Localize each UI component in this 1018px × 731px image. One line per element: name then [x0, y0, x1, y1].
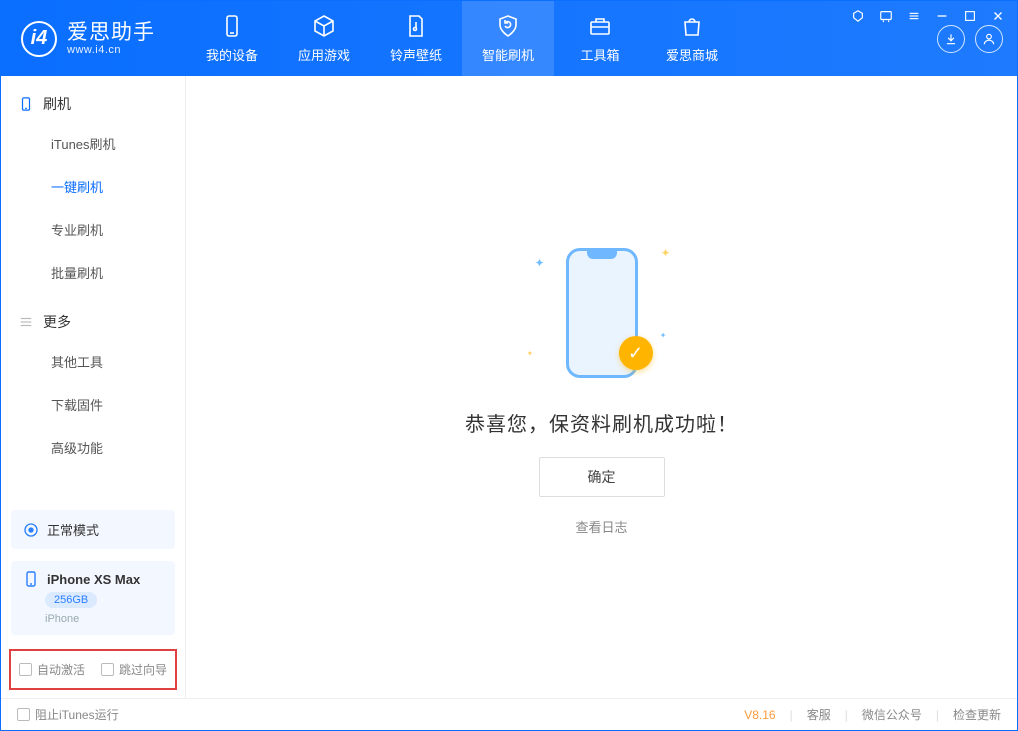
sparkle-icon: ✦ [660, 246, 670, 260]
sidebar-item-firmware[interactable]: 下载固件 [1, 383, 185, 426]
maximize-icon[interactable] [962, 8, 978, 24]
mode-label: 正常模式 [47, 520, 99, 539]
wechat-link[interactable]: 微信公众号 [862, 706, 922, 723]
top-tabs: 我的设备 应用游戏 铃声壁纸 智能刷机 工具箱 爱思商城 [186, 1, 738, 76]
footer: 阻止iTunes运行 V8.16 | 客服 | 微信公众号 | 检查更新 [1, 698, 1017, 730]
version-label: V8.16 [744, 708, 775, 722]
options-panel: 自动激活 跳过向导 [9, 649, 177, 690]
device-card[interactable]: iPhone XS Max 256GB iPhone [11, 561, 175, 635]
checkbox-block-itunes[interactable]: 阻止iTunes运行 [17, 706, 119, 723]
user-icon [982, 32, 996, 46]
tab-apps[interactable]: 应用游戏 [278, 1, 370, 76]
device-name: iPhone XS Max [47, 572, 140, 587]
cube-icon [312, 14, 336, 38]
close-icon[interactable] [990, 8, 1006, 24]
success-illustration: ✦ ✦ ✦ ✦ ✓ [517, 238, 687, 388]
logo-icon: i4 [21, 21, 57, 57]
checkbox-auto-activate[interactable]: 自动激活 [19, 661, 85, 678]
sidebar: 刷机 iTunes刷机 一键刷机 专业刷机 批量刷机 更多 其他工具 下载固件 … [1, 76, 186, 698]
sparkle-icon: ✦ [660, 331, 667, 340]
account-button[interactable] [975, 25, 1003, 53]
download-button[interactable] [937, 25, 965, 53]
bag-icon [680, 14, 704, 38]
sparkle-icon: ✦ [535, 256, 545, 270]
logo[interactable]: i4 爱思助手 www.i4.cn [1, 21, 186, 57]
device-icon [23, 571, 39, 587]
sidebar-item-itunes-flash[interactable]: iTunes刷机 [1, 122, 185, 165]
minimize-icon[interactable] [934, 8, 950, 24]
main-panel: ✦ ✦ ✦ ✦ ✓ 恭喜您，保资料刷机成功啦！ 确定 查看日志 [186, 76, 1017, 698]
window-controls [850, 8, 1006, 24]
sidebar-item-pro-flash[interactable]: 专业刷机 [1, 208, 185, 251]
sidebar-item-advanced[interactable]: 高级功能 [1, 426, 185, 469]
mode-card[interactable]: 正常模式 [11, 510, 175, 549]
tab-ringtone[interactable]: 铃声壁纸 [370, 1, 462, 76]
sidebar-group-flash: 刷机 [1, 76, 185, 122]
brand-title: 爱思助手 [67, 21, 155, 44]
checkbox-skip-guide[interactable]: 跳过向导 [101, 661, 167, 678]
checkbox-icon [19, 663, 32, 676]
sidebar-item-other-tools[interactable]: 其他工具 [1, 340, 185, 383]
tab-toolbox[interactable]: 工具箱 [554, 1, 646, 76]
mode-icon [23, 522, 39, 538]
sidebar-item-batch-flash[interactable]: 批量刷机 [1, 251, 185, 294]
tab-flash[interactable]: 智能刷机 [462, 1, 554, 76]
ok-button[interactable]: 确定 [539, 457, 665, 497]
body: 刷机 iTunes刷机 一键刷机 专业刷机 批量刷机 更多 其他工具 下载固件 … [1, 76, 1017, 698]
sidebar-item-oneclick-flash[interactable]: 一键刷机 [1, 165, 185, 208]
checkbox-icon [17, 708, 30, 721]
view-log-link[interactable]: 查看日志 [575, 517, 627, 536]
theme-icon[interactable] [850, 8, 866, 24]
check-update-link[interactable]: 检查更新 [953, 706, 1001, 723]
download-icon [944, 32, 958, 46]
toolbox-icon [588, 14, 612, 38]
device-type: iPhone [45, 613, 79, 625]
checkbox-icon [101, 663, 114, 676]
header-right [937, 25, 1017, 53]
device-icon [220, 14, 244, 38]
tab-store[interactable]: 爱思商城 [646, 1, 738, 76]
app-window: i4 爱思助手 www.i4.cn 我的设备 应用游戏 铃声壁纸 智能刷机 [0, 0, 1018, 731]
phone-icon [19, 97, 33, 111]
success-message: 恭喜您，保资料刷机成功啦！ [465, 408, 738, 437]
tab-my-device[interactable]: 我的设备 [186, 1, 278, 76]
support-link[interactable]: 客服 [807, 706, 831, 723]
brand-subtitle: www.i4.cn [67, 44, 155, 56]
sidebar-group-more: 更多 [1, 294, 185, 340]
check-badge-icon: ✓ [619, 336, 653, 370]
sparkle-icon: ✦ [527, 349, 534, 358]
header: i4 爱思助手 www.i4.cn 我的设备 应用游戏 铃声壁纸 智能刷机 [1, 1, 1017, 76]
refresh-shield-icon [496, 14, 520, 38]
music-file-icon [404, 14, 428, 38]
menu-icon[interactable] [906, 8, 922, 24]
list-icon [19, 315, 33, 329]
feedback-icon[interactable] [878, 8, 894, 24]
storage-pill: 256GB [45, 592, 97, 608]
